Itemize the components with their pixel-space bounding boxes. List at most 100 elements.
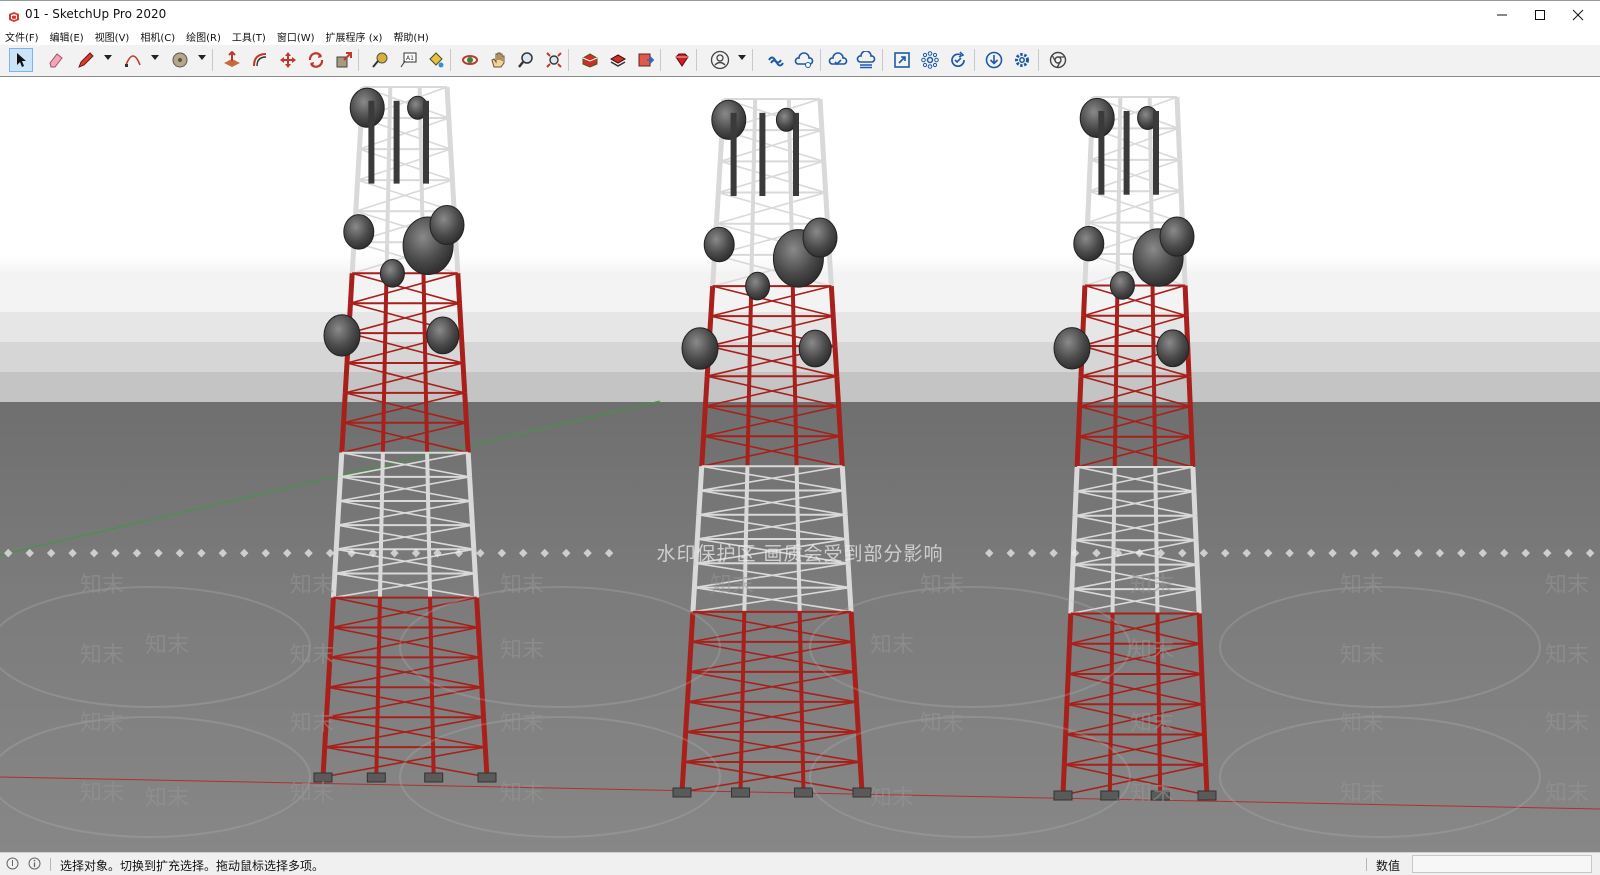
account-dropdown-arrow-icon[interactable] <box>738 55 746 61</box>
scale-tool-button[interactable] <box>332 48 356 72</box>
menu-file[interactable]: 文件(F) <box>5 29 39 44</box>
network-icon <box>921 51 939 69</box>
cloud-collaborate-icon <box>856 51 876 69</box>
offset-icon <box>253 53 267 67</box>
download-button[interactable] <box>982 48 1006 72</box>
cloud-share-icon <box>794 52 814 68</box>
toolbar-separator <box>882 49 883 71</box>
measurements-input[interactable] <box>1412 855 1592 873</box>
toolbar-separator <box>820 49 821 71</box>
pan-tool-button[interactable] <box>486 48 510 72</box>
user-account-button[interactable] <box>708 48 732 72</box>
menu-window[interactable]: 窗口(W) <box>277 29 315 44</box>
status-bar: 选择对象。切换到扩充选择。拖动鼠标选择多项。 数值 <box>0 852 1600 875</box>
paint-bucket-icon <box>429 52 444 68</box>
close-icon <box>1572 9 1584 21</box>
cloud-sync-button[interactable] <box>826 48 850 72</box>
chrome-icon <box>1049 51 1067 69</box>
arc-tool-button[interactable] <box>121 48 145 72</box>
geolocation-icon[interactable] <box>6 857 19 870</box>
status-separator <box>1366 858 1367 871</box>
move-icon <box>280 52 296 68</box>
scene-canvas <box>0 77 1600 852</box>
trimble-connect-button[interactable] <box>764 48 788 72</box>
maximize-button[interactable] <box>1520 1 1560 29</box>
menu-tools[interactable]: 工具(T) <box>232 29 266 44</box>
status-message: 选择对象。切换到扩充选择。拖动鼠标选择多项。 <box>60 859 325 873</box>
zoom-extents-tool-button[interactable] <box>542 48 566 72</box>
toolbar-separator <box>974 49 975 71</box>
line-tool-button[interactable] <box>74 48 98 72</box>
user-account-icon <box>710 50 730 70</box>
zoom-extents-icon <box>546 52 562 68</box>
tape-measure-icon <box>372 52 388 68</box>
download-icon <box>985 51 1003 69</box>
modeling-viewport[interactable]: ◆◆◆◆◆◆◆◆◆◆◆◆◆◆◆◆◆◆◆◆◆◆◆◆◆◆◆◆◆◆ 水印保护区 画质会… <box>0 76 1600 852</box>
zoom-tool-button[interactable] <box>514 48 538 72</box>
eraser-icon <box>49 53 63 68</box>
menu-help[interactable]: 帮助(H) <box>393 29 428 44</box>
title-bar: 01 - SketchUp Pro 2020 <box>0 0 1600 28</box>
shape-tool-button[interactable] <box>168 48 192 72</box>
arc-icon <box>125 55 141 67</box>
menu-draw[interactable]: 绘图(R) <box>186 29 221 44</box>
layout-button[interactable] <box>634 48 658 72</box>
tape-measure-tool-button[interactable] <box>368 48 392 72</box>
toolbar-separator <box>696 49 697 71</box>
minimize-button[interactable] <box>1482 1 1522 29</box>
line-dropdown-arrow-icon[interactable] <box>104 55 112 61</box>
menu-extensions[interactable]: 扩展程序 (x) <box>326 29 383 44</box>
select-tool-button[interactable] <box>9 48 33 72</box>
orbit-tool-button[interactable] <box>458 48 482 72</box>
3d-warehouse-button[interactable] <box>578 48 602 72</box>
eraser-tool-button[interactable] <box>44 48 68 72</box>
layout-icon <box>638 53 655 67</box>
main-toolbar: A1 <box>0 45 1600 76</box>
move-tool-button[interactable] <box>276 48 300 72</box>
sketchup-logo-icon <box>8 8 20 27</box>
info-icon[interactable] <box>28 857 41 870</box>
fullscreen-icon <box>894 52 910 68</box>
refresh-check-button[interactable] <box>946 48 970 72</box>
settings-button[interactable] <box>1010 48 1034 72</box>
ruby-console-icon <box>675 53 689 67</box>
text-icon: A1 <box>400 52 417 68</box>
rotate-icon <box>308 52 324 68</box>
ruby-console-button[interactable] <box>670 48 694 72</box>
offset-tool-button[interactable] <box>248 48 272 72</box>
extension-warehouse-icon <box>609 54 627 67</box>
toolbar-separator <box>358 49 359 71</box>
menu-bar: 文件(F) 编辑(E) 视图(V) 相机(C) 绘图(R) 工具(T) 窗口(W… <box>0 27 1600 45</box>
toolbar-separator <box>1038 49 1039 71</box>
menu-camera[interactable]: 相机(C) <box>140 29 175 44</box>
status-separator <box>50 858 51 871</box>
toolbar-separator <box>568 49 569 71</box>
cloud-sync-icon <box>828 52 848 66</box>
pencil-line-icon <box>78 52 94 68</box>
arc-dropdown-arrow-icon[interactable] <box>151 55 159 61</box>
push-pull-icon <box>224 51 240 67</box>
cloud-collaborate-button[interactable] <box>854 48 878 72</box>
menu-view[interactable]: 视图(V) <box>95 29 130 44</box>
fullscreen-button[interactable] <box>890 48 914 72</box>
window-title: 01 - SketchUp Pro 2020 <box>25 7 167 21</box>
push-pull-tool-button[interactable] <box>220 48 244 72</box>
extension-warehouse-button[interactable] <box>606 48 630 72</box>
measurements-label: 数值 <box>1376 859 1401 873</box>
toolbar-separator <box>450 49 451 71</box>
toolbar-separator <box>660 49 661 71</box>
close-button[interactable] <box>1558 1 1598 29</box>
shape-dropdown-arrow-icon[interactable] <box>198 55 206 61</box>
select-icon <box>17 53 26 67</box>
zoom-icon <box>518 52 533 68</box>
chrome-button[interactable] <box>1046 48 1070 72</box>
minimize-icon <box>1497 14 1507 16</box>
text-tool-button[interactable]: A1 <box>396 48 420 72</box>
network-button[interactable] <box>918 48 942 72</box>
rotate-tool-button[interactable] <box>304 48 328 72</box>
paint-bucket-tool-button[interactable] <box>424 48 448 72</box>
cloud-share-button[interactable] <box>792 48 816 72</box>
menu-edit[interactable]: 编辑(E) <box>50 29 84 44</box>
maximize-icon <box>1535 10 1545 20</box>
pan-icon <box>491 52 505 68</box>
